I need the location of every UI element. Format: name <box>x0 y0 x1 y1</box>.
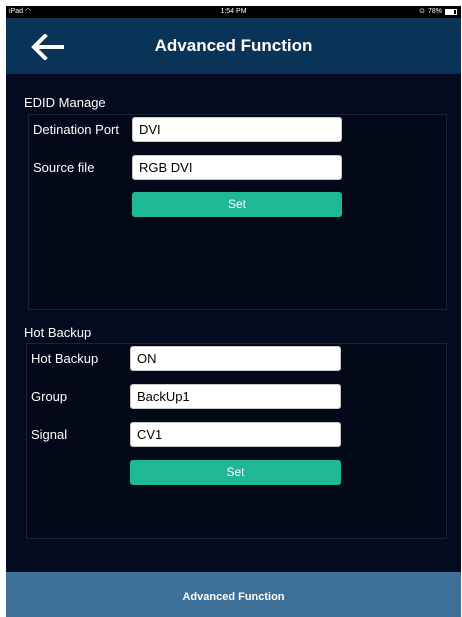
source-file-field[interactable]: RGB DVI <box>132 155 342 180</box>
tab-advanced-function[interactable]: Advanced Function <box>6 572 461 617</box>
back-button[interactable] <box>28 32 68 62</box>
hot-backup-section-title: Hot Backup <box>24 325 92 340</box>
hot-backup-field[interactable]: ON <box>130 346 341 371</box>
destination-port-label: Detination Port <box>33 122 119 137</box>
status-time: 1:54 PM <box>220 8 247 15</box>
status-right: ⊙ 78% <box>419 6 457 18</box>
orientation-lock-icon: ⊙ <box>419 8 425 15</box>
signal-field[interactable]: CV1 <box>130 422 341 447</box>
nav-bar: Advanced Function <box>6 18 461 74</box>
status-bar: iPad ◠ 1:54 PM ⊙ 78% <box>6 6 461 18</box>
tab-bar: Advanced Function <box>6 572 461 617</box>
app-screen: iPad ◠ 1:54 PM ⊙ 78% Advanced Function E… <box>6 6 461 617</box>
signal-label: Signal <box>31 427 68 442</box>
edid-section-title: EDID Manage <box>24 95 106 110</box>
battery-percent: 78% <box>427 8 442 15</box>
page-title: Advanced Function <box>154 36 313 55</box>
hot-backup-set-button[interactable]: Set <box>130 460 341 485</box>
group-label: Group <box>31 389 68 404</box>
group-field[interactable]: BackUp1 <box>130 384 341 409</box>
arrow-left-icon <box>31 34 64 60</box>
source-file-label: Source file <box>33 160 95 175</box>
destination-port-field[interactable]: DVI <box>132 117 342 142</box>
battery-icon <box>445 9 457 15</box>
edid-set-button[interactable]: Set <box>132 192 342 217</box>
hot-backup-label: Hot Backup <box>31 351 99 366</box>
